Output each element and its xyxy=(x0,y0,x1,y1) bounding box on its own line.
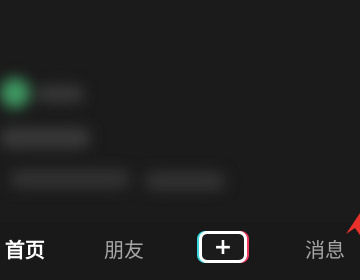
tab-home[interactable]: 首页 xyxy=(5,236,45,264)
blurred-text-line xyxy=(10,170,130,188)
tab-friends[interactable]: 朋友 xyxy=(104,236,144,264)
blurred-text-line xyxy=(36,86,84,102)
plus-icon: + xyxy=(199,231,247,263)
green-status-blob xyxy=(0,78,30,108)
create-button[interactable]: + xyxy=(197,231,251,265)
feed-content xyxy=(0,0,360,222)
blurred-feed xyxy=(0,0,360,222)
blurred-text-line xyxy=(145,172,225,190)
tab-messages[interactable]: 消息 xyxy=(305,236,345,264)
blurred-text-line xyxy=(0,128,90,148)
red-arrow-icon xyxy=(346,213,360,236)
